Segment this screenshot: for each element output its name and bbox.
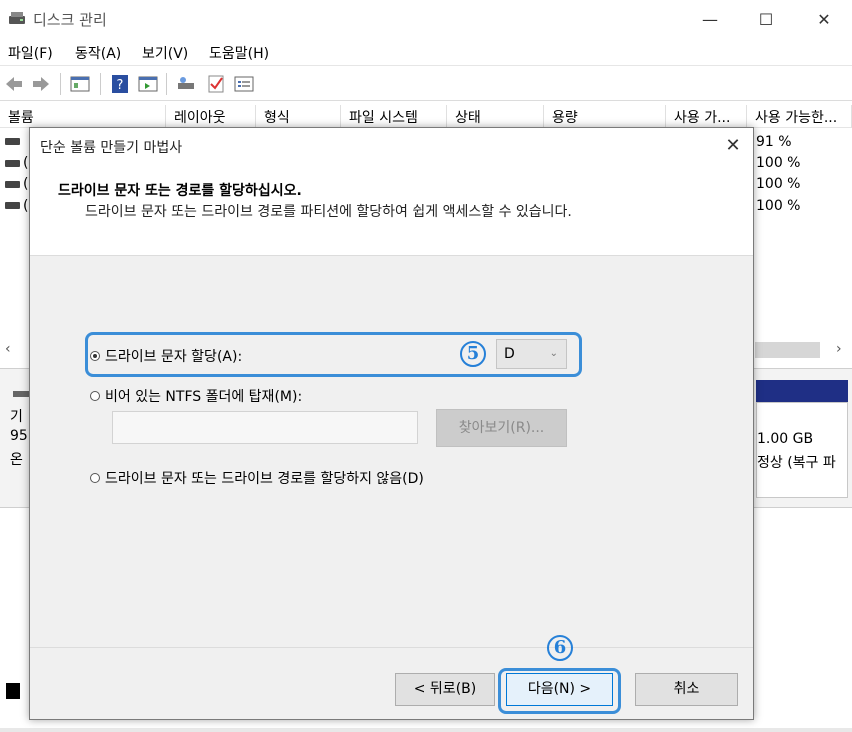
back-button[interactable]: < 뒤로(B) <box>395 673 495 706</box>
scroll-right-icon[interactable]: › <box>836 341 842 357</box>
no-assign-radio[interactable] <box>90 473 100 483</box>
menu-view[interactable]: 보기(V) <box>142 43 188 63</box>
menu-bar: 파일(F) 동작(A) 보기(V) 도움말(H) <box>0 38 852 66</box>
column-status[interactable]: 상태 <box>447 105 544 128</box>
column-file-system[interactable]: 파일 시스템 <box>341 105 447 128</box>
title-bar: 디스크 관리 — ☐ ✕ <box>0 0 852 38</box>
svg-text:?: ? <box>117 78 124 93</box>
status-bar <box>0 728 852 732</box>
dialog-title: 단순 볼륨 만들기 마법사 <box>40 140 183 156</box>
free-percent: 100 % <box>756 176 801 192</box>
disk-label-fragment: 기 <box>10 409 23 425</box>
volume-list-header: 볼륨 레이아웃 형식 파일 시스템 상태 용량 사용 가... 사용 가능한..… <box>0 105 852 128</box>
back-arrow-icon[interactable] <box>4 75 24 93</box>
rescan-icon[interactable] <box>176 75 196 93</box>
volume-name-fragment: ( <box>23 198 29 214</box>
step-6-marker: 6 <box>547 635 573 661</box>
legend-unallocated-swatch <box>6 683 20 699</box>
volume-icon <box>5 202 20 209</box>
partition-header-bar <box>756 380 848 402</box>
dialog-close-button[interactable]: ✕ <box>720 134 746 158</box>
free-percent: 100 % <box>756 198 801 214</box>
folder-path-input[interactable] <box>112 411 418 444</box>
no-assign-option[interactable]: 드라이브 문자 또는 드라이브 경로를 할당하지 않음(D) <box>90 468 424 488</box>
column-layout[interactable]: 레이아웃 <box>166 105 256 128</box>
window-title: 디스크 관리 <box>33 11 107 29</box>
volume-icon <box>5 138 20 145</box>
maximize-icon: ☐ <box>758 9 774 29</box>
footer-divider <box>30 647 753 648</box>
column-free-space[interactable]: 사용 가... <box>666 105 747 128</box>
check-icon[interactable] <box>206 75 226 93</box>
toolbar: ? <box>0 67 852 101</box>
column-volume[interactable]: 볼륨 <box>0 105 166 128</box>
help-icon[interactable]: ? <box>110 75 130 93</box>
menu-action[interactable]: 동작(A) <box>75 43 121 63</box>
disk-size-fragment: 95 <box>10 428 28 444</box>
no-assign-label: 드라이브 문자 또는 드라이브 경로를 할당하지 않음(D) <box>105 471 424 487</box>
toolbar-separator <box>166 73 167 95</box>
partition-status: 정상 (복구 파 <box>757 455 836 471</box>
cancel-button[interactable]: 취소 <box>635 673 738 706</box>
close-icon: ✕ <box>725 135 741 156</box>
close-icon: ✕ <box>817 9 831 29</box>
column-type[interactable]: 형식 <box>256 105 341 128</box>
disk-management-icon <box>9 12 25 24</box>
minimize-icon: — <box>702 9 718 29</box>
partition-size: 1.00 GB <box>757 431 814 447</box>
forward-arrow-icon[interactable] <box>31 75 51 93</box>
browse-button[interactable]: 찾아보기(R)... <box>436 409 567 447</box>
volume-name-fragment: ( <box>23 176 29 192</box>
toolbar-separator <box>100 73 101 95</box>
wizard-heading: 드라이브 문자 또는 경로를 할당하십시오. <box>58 183 302 199</box>
drive-letter-select[interactable]: D ⌄ <box>496 339 567 369</box>
wizard-subheading: 드라이브 문자 또는 드라이브 경로를 파티션에 할당하여 쉽게 액세스할 수 … <box>85 204 572 220</box>
free-percent: 100 % <box>756 155 801 171</box>
settings-list-icon[interactable] <box>234 75 254 93</box>
partition-block[interactable]: 1.00 GB 정상 (복구 파 <box>756 402 848 498</box>
volume-icon <box>5 160 20 167</box>
volume-icon <box>5 181 20 188</box>
disk-list-icon[interactable] <box>70 75 90 93</box>
scroll-left-icon[interactable]: ‹ <box>5 341 11 357</box>
toolbar-separator <box>60 73 61 95</box>
column-capacity[interactable]: 용량 <box>544 105 666 128</box>
column-free-percent[interactable]: 사용 가능한... <box>747 105 852 128</box>
disk-status-fragment: 온 <box>10 452 23 468</box>
menu-file[interactable]: 파일(F) <box>8 43 53 63</box>
scrollbar-thumb[interactable] <box>755 342 820 358</box>
highlight-box-step6 <box>498 668 621 714</box>
new-simple-volume-wizard: 단순 볼륨 만들기 마법사 ✕ 드라이브 문자 또는 경로를 할당하십시오. 드… <box>29 127 754 720</box>
step-5-marker: 5 <box>460 341 486 367</box>
disk-icon <box>13 391 29 397</box>
volume-name-fragment: ( <box>23 155 29 171</box>
menu-help[interactable]: 도움말(H) <box>209 43 269 63</box>
minimize-button[interactable]: — <box>682 0 738 38</box>
wizard-header: 단순 볼륨 만들기 마법사 ✕ 드라이브 문자 또는 경로를 할당하십시오. 드… <box>30 128 753 256</box>
mount-folder-label: 비어 있는 NTFS 폴더에 탑재(M): <box>105 389 303 405</box>
close-window-button[interactable]: ✕ <box>796 0 852 38</box>
mount-folder-option[interactable]: 비어 있는 NTFS 폴더에 탑재(M): <box>90 386 302 406</box>
properties-icon[interactable] <box>138 75 158 93</box>
maximize-button[interactable]: ☐ <box>738 0 794 38</box>
mount-folder-radio[interactable] <box>90 391 100 401</box>
chevron-down-icon: ⌄ <box>549 348 558 359</box>
free-percent: 91 % <box>756 134 792 150</box>
drive-letter-value: D <box>504 346 515 362</box>
